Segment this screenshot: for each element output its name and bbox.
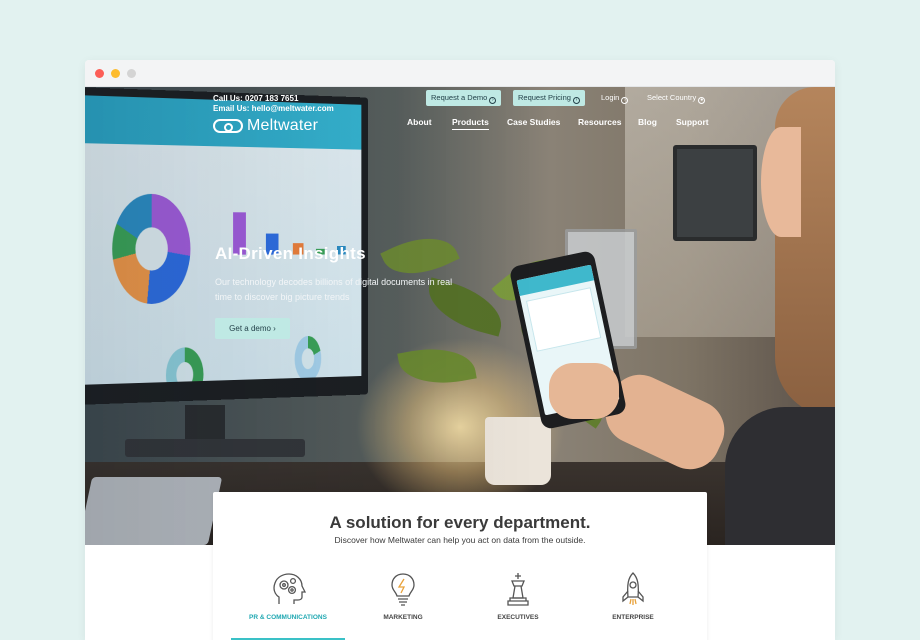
request-demo-button[interactable]: Request a Demo ›	[426, 90, 501, 106]
hero-overlay	[85, 87, 835, 545]
close-window-button[interactable]	[95, 69, 104, 78]
login-label: Login	[601, 93, 619, 102]
call-us-text[interactable]: Call Us: 0207 183 7651	[213, 94, 334, 104]
dept-label: EXECUTIVES	[468, 614, 568, 621]
rocket-icon	[614, 570, 652, 608]
dept-tab-pr-communications[interactable]: PR & COMMUNICATIONS	[238, 570, 338, 621]
request-pricing-button[interactable]: Request Pricing ›	[513, 90, 585, 106]
nav-item-case-studies[interactable]: Case Studies	[507, 117, 560, 127]
logo-text: Meltwater	[247, 117, 318, 135]
meltwater-logo-icon	[213, 119, 243, 133]
minimize-window-button[interactable]	[111, 69, 120, 78]
nav-item-resources[interactable]: Resources	[578, 117, 621, 127]
select-country-label: Select Country	[647, 93, 696, 102]
email-us-text[interactable]: Email Us: hello@meltwater.com	[213, 104, 334, 114]
arrow-circle-icon: ›	[573, 97, 580, 104]
dept-tab-enterprise[interactable]: ENTERPRISE	[583, 570, 683, 621]
browser-window: Call Us: 0207 183 7651 Email Us: hello@m…	[85, 60, 835, 640]
hero-title: AI-Driven Insights	[215, 244, 366, 264]
departments-subtitle: Discover how Meltwater can help you act …	[213, 535, 707, 545]
dept-label: PR & COMMUNICATIONS	[238, 614, 338, 621]
dept-tab-marketing[interactable]: MARKETING	[353, 570, 453, 621]
get-demo-button[interactable]: Get a demo ›	[215, 318, 290, 339]
hero-section: Call Us: 0207 183 7651 Email Us: hello@m…	[85, 87, 835, 545]
nav-item-products[interactable]: Products	[452, 117, 489, 127]
dept-label: MARKETING	[353, 614, 453, 621]
arrow-circle-icon: ›	[489, 97, 496, 104]
contact-info: Call Us: 0207 183 7651 Email Us: hello@m…	[213, 94, 334, 114]
head-gears-icon	[269, 570, 307, 608]
arrow-circle-icon: ›	[621, 97, 628, 104]
lightbulb-icon	[384, 570, 422, 608]
login-link[interactable]: Login ›	[601, 90, 628, 106]
meltwater-logo[interactable]: Meltwater	[213, 117, 318, 135]
dept-tab-executives[interactable]: EXECUTIVES	[468, 570, 568, 621]
hero-subtitle: Our technology decodes billions of digit…	[215, 275, 465, 305]
window-titlebar	[85, 60, 835, 87]
maximize-window-button[interactable]	[127, 69, 136, 78]
departments-title: A solution for every department.	[213, 513, 707, 533]
dept-label: ENTERPRISE	[583, 614, 683, 621]
request-demo-label: Request a Demo	[431, 93, 487, 102]
nav-item-about[interactable]: About	[407, 117, 432, 127]
nav-item-blog[interactable]: Blog	[638, 117, 657, 127]
nav-item-support[interactable]: Support	[676, 117, 709, 127]
select-country-link[interactable]: Select Country ●	[647, 90, 705, 106]
departments-card: A solution for every department. Discove…	[213, 492, 707, 640]
globe-icon: ●	[698, 97, 705, 104]
request-pricing-label: Request Pricing	[518, 93, 571, 102]
chess-king-icon	[499, 570, 537, 608]
